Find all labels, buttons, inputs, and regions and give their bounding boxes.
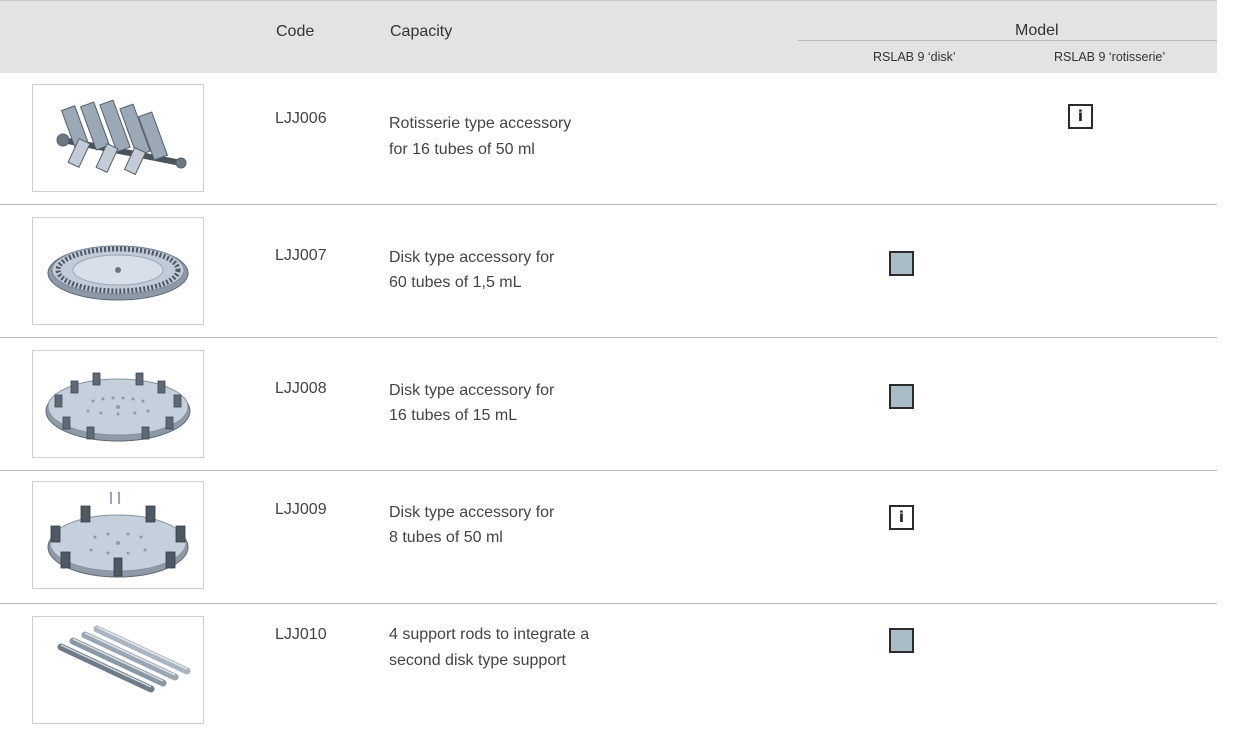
table-row: LJJ007 Disk type accessory for 60 tubes … [0, 205, 1217, 338]
capacity-line2: 8 tubes of 50 ml [389, 529, 503, 546]
disk-illustration [45, 372, 191, 442]
capacity-line1: Rotisserie type accessory [389, 115, 572, 132]
compatibility-mark [889, 251, 914, 276]
table-row: LJJ009 Disk type accessory for 8 tubes o… [0, 471, 1217, 604]
header-model-divider [798, 40, 1217, 41]
header-capacity: Capacity [390, 23, 453, 40]
capacity-line2: 16 tubes of 15 mL [389, 407, 518, 424]
capacity-line1: Disk type accessory for [389, 504, 555, 521]
product-code: LJJ008 [275, 380, 327, 397]
disk-illustration [47, 245, 189, 301]
info-icon: i [1068, 104, 1093, 129]
compatibility-mark [889, 384, 914, 409]
table-row: LJJ008 Disk type accessory for 16 tubes … [0, 338, 1217, 471]
capacity-line1: Disk type accessory for [389, 249, 555, 266]
header-model: Model [1015, 22, 1059, 39]
table-row: LJJ006 Rotisserie type accessory for 16 … [0, 72, 1217, 205]
rods-illustration [57, 625, 191, 693]
header-model-disk: RSLAB 9 ‘disk’ [873, 50, 956, 64]
compatibility-mark [889, 628, 914, 653]
disk-8-tubes-image [32, 481, 204, 589]
product-code: LJJ010 [275, 626, 327, 643]
capacity-line1: Disk type accessory for [389, 382, 555, 399]
capacity-line1: 4 support rods to integrate a [389, 626, 590, 643]
disk-illustration [47, 492, 189, 578]
header-model-rotisserie: RSLAB 9 ‘rotisserie’ [1054, 50, 1166, 64]
capacity-line2: 60 tubes of 1,5 mL [389, 274, 522, 291]
disk-16-tubes-image [32, 350, 204, 458]
capacity-line2: second disk type support [389, 652, 566, 669]
product-code: LJJ007 [275, 247, 327, 264]
disk-60-tubes-image [32, 217, 204, 325]
header-code: Code [276, 23, 315, 40]
product-code: LJJ006 [275, 110, 327, 127]
product-code: LJJ009 [275, 501, 327, 518]
table-row: LJJ010 4 support rods to integrate a sec… [0, 604, 1217, 734]
table-header: Code Capacity Model RSLAB 9 ‘disk’ RSLAB… [0, 0, 1217, 73]
support-rods-image [32, 616, 204, 724]
capacity-line2: for 16 tubes of 50 ml [389, 141, 535, 158]
rotisserie-illustration [56, 99, 187, 176]
rotisserie-accessory-image [32, 84, 204, 192]
info-icon: i [889, 505, 914, 530]
